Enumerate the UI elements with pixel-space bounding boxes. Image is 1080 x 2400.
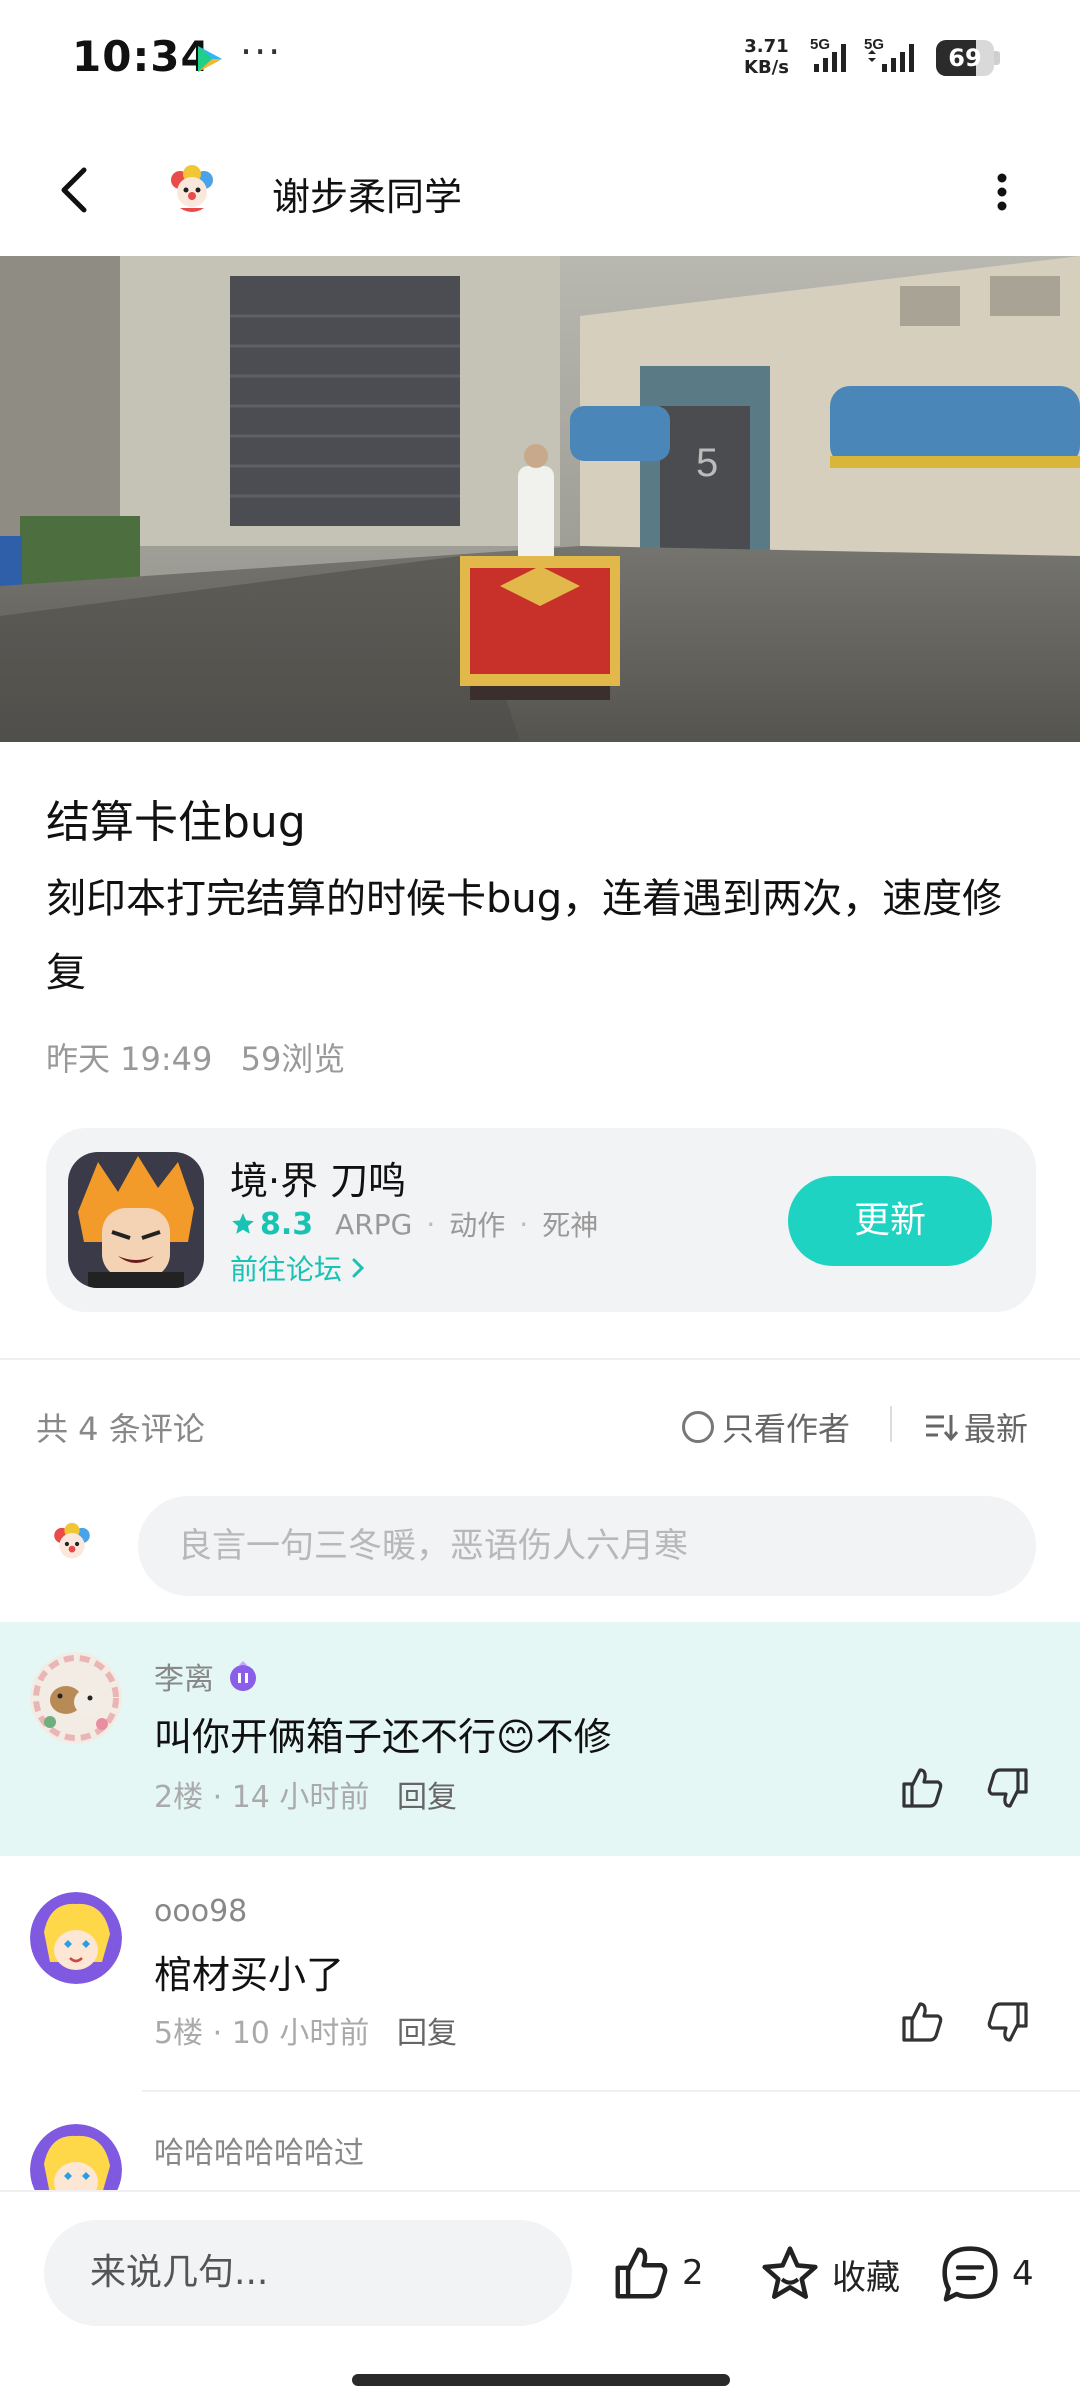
commenter-name-row: 哈哈哈哈哈哈过 xyxy=(154,2128,364,2172)
filter-divider xyxy=(890,1406,892,1442)
favorite-button[interactable]: 收藏 xyxy=(758,2242,900,2306)
post-meta: 昨天 19:49 59浏览 xyxy=(46,1034,363,1080)
game-tag: ARPG xyxy=(335,1207,413,1241)
home-indicator[interactable] xyxy=(352,2374,730,2386)
reply-button[interactable]: 回复 xyxy=(397,1780,457,1815)
game-card[interactable]: 境·界 刀鸣 8.3 ARPG · 动作 · 死神 前往论坛 更新 xyxy=(46,1128,1036,1312)
game-screenshot-illustration: 5 xyxy=(0,256,1080,742)
comment-text: 棺材买小了 xyxy=(154,1953,345,1997)
sim2-label: 5G xyxy=(864,36,884,53)
section-divider xyxy=(0,1358,1080,1360)
svg-text:5: 5 xyxy=(696,441,718,485)
comment-meta: 2楼 · 14 小时前 回复 xyxy=(154,1772,457,1816)
comments-button[interactable]: 4 xyxy=(938,2242,1034,2306)
status-time: 10:34 xyxy=(72,32,211,81)
sort-latest-button[interactable]: 最新 xyxy=(924,1404,1028,1450)
reply-button[interactable]: 回复 xyxy=(397,2016,457,2051)
back-arrow-icon[interactable] xyxy=(48,162,104,218)
comment-bubble-icon xyxy=(942,2246,998,2302)
thumbs-up-icon xyxy=(615,2247,668,2299)
game-tag: 死神 xyxy=(542,1209,599,1242)
commenter-name-row: 李离 xyxy=(154,1654,260,1698)
thumbs-up-icon[interactable] xyxy=(898,1998,946,2046)
go-to-forum-link[interactable]: 前往论坛 xyxy=(230,1248,368,1288)
more-notifications-icon: ··· xyxy=(240,30,283,74)
comment-meta: 5楼 · 10 小时前 回复 xyxy=(154,2008,457,2052)
bottom-action-bar: 来说几句... 2 收藏 4 xyxy=(0,2190,1080,2400)
commenter-name[interactable]: 哈哈哈哈哈哈过 xyxy=(154,2128,364,2172)
chevron-right-icon xyxy=(352,1258,365,1278)
comment-item[interactable]: ooo98 棺材买小了 5楼 · 10 小时前 回复 xyxy=(0,1856,1080,2092)
more-options-icon[interactable] xyxy=(990,170,1014,214)
author-only-label: 只看作者 xyxy=(722,1410,851,1448)
top-nav-bar: 谢步柔同学 xyxy=(0,140,1080,240)
comment-item[interactable]: 李离 叫你开俩箱子还不行😊不修 2楼 · 14 小时前 回复 xyxy=(0,1622,1080,1856)
sort-label: 最新 xyxy=(964,1410,1029,1448)
comment-input[interactable]: 良言一句三冬暖，恶语伤人六月寒 xyxy=(138,1496,1036,1596)
signal-icon-sim1: 5G xyxy=(810,36,846,72)
thumbs-down-icon[interactable] xyxy=(984,1998,1032,2046)
commenter-avatar[interactable] xyxy=(30,1892,122,1984)
post-body: 刻印本打完结算的时候卡bug，连着遇到两次，速度修复 xyxy=(46,876,1003,996)
post-image[interactable]: 5 xyxy=(0,256,1080,742)
sim1-label: 5G xyxy=(810,36,830,53)
signal-icon-sim2: 5G xyxy=(864,36,914,72)
commenter-name[interactable]: ooo98 xyxy=(154,1894,247,1929)
comment-count: 共 4 条评论 xyxy=(36,1410,205,1448)
battery-icon: 69 xyxy=(936,40,1000,76)
level-badge-icon xyxy=(230,1661,256,1691)
battery-percent: 69 xyxy=(948,44,982,72)
comment-item[interactable]: 哈哈哈哈哈哈过 xyxy=(0,2092,1080,2190)
game-icon xyxy=(68,1152,204,1288)
author-name[interactable]: 谢步柔同学 xyxy=(272,166,462,221)
game-score-value: 8.3 xyxy=(260,1206,314,1242)
post-views: 59浏览 xyxy=(240,1040,346,1078)
thumbs-down-icon[interactable] xyxy=(984,1764,1032,1812)
comment-floor-time: 2楼 · 14 小时前 xyxy=(154,1780,370,1815)
commenter-avatar[interactable] xyxy=(30,1652,122,1744)
favorite-label: 收藏 xyxy=(832,2257,900,2298)
comment-count-bottom: 4 xyxy=(1012,2254,1034,2294)
star-icon xyxy=(232,1213,254,1234)
forum-link-label: 前往论坛 xyxy=(230,1253,343,1286)
status-bar: 10:34 ··· 3.71 KB/s 5G 5G 69 xyxy=(0,0,1080,118)
author-avatar[interactable] xyxy=(166,164,218,216)
my-avatar xyxy=(54,1522,90,1559)
radio-circle-icon xyxy=(682,1411,714,1443)
game-score: 8.3 xyxy=(230,1207,313,1242)
like-button[interactable]: 2 xyxy=(610,2242,704,2304)
game-name: 境·界 刀鸣 xyxy=(230,1159,407,1203)
commenter-name[interactable]: 李离 xyxy=(154,1654,214,1698)
play-store-icon xyxy=(198,46,222,72)
game-tag: 动作 xyxy=(449,1209,506,1242)
post-time: 昨天 19:49 xyxy=(46,1040,213,1078)
thumbs-up-icon[interactable] xyxy=(898,1764,946,1812)
say-something-input[interactable]: 来说几句... xyxy=(44,2220,572,2326)
star-outline-icon xyxy=(762,2246,818,2299)
net-speed-unit: KB/s xyxy=(744,57,789,78)
commenter-name-row: ooo98 xyxy=(154,1894,247,1929)
comment-floor-time: 5楼 · 10 小时前 xyxy=(154,2016,370,2051)
sort-icon xyxy=(926,1415,958,1442)
comment-text: 叫你开俩箱子还不行😊不修 xyxy=(154,1715,612,1759)
author-only-toggle[interactable]: 只看作者 xyxy=(682,1404,850,1450)
game-rating-row: 8.3 ARPG · 动作 · 死神 xyxy=(230,1204,598,1244)
network-speed: 3.71 KB/s xyxy=(744,36,789,78)
commenter-avatar[interactable] xyxy=(30,2124,122,2190)
like-count: 2 xyxy=(682,2253,704,2293)
update-button[interactable]: 更新 xyxy=(788,1176,992,1266)
post-title: 结算卡住bug xyxy=(46,797,306,848)
net-speed-value: 3.71 xyxy=(744,36,789,57)
